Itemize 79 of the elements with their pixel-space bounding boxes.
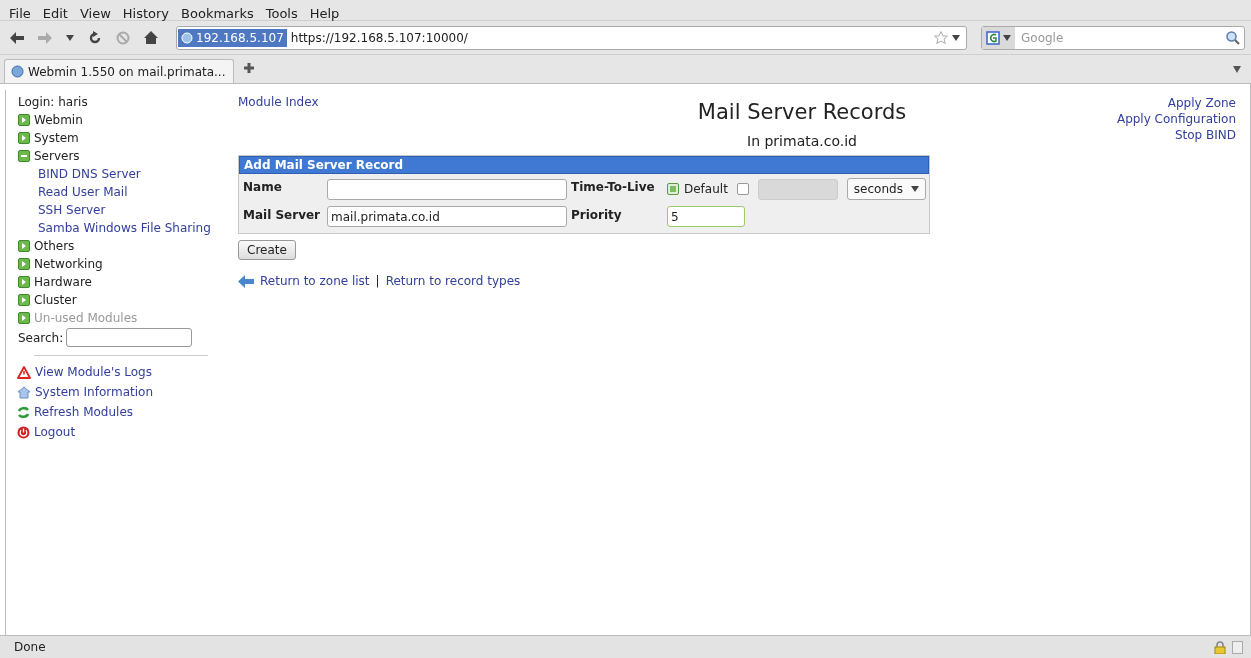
field-label: Time-To-Live	[570, 179, 656, 194]
menu-item[interactable]: View	[74, 6, 116, 17]
category-label[interactable]: System	[34, 129, 79, 147]
field-label: Mail Server	[243, 207, 322, 222]
menu-item[interactable]: File	[4, 6, 36, 17]
category-label[interactable]: Servers	[34, 147, 80, 165]
field-label: Name	[243, 179, 283, 194]
search-bar[interactable]: Google	[981, 25, 1245, 50]
address-field[interactable]: 192.168.5.107 https://192.168.5.107:10000/	[176, 25, 967, 50]
action-link[interactable]: Apply Configuration	[1116, 111, 1236, 127]
search-engine-icon[interactable]	[986, 30, 1000, 45]
caret-icon[interactable]	[952, 34, 960, 41]
expand-icon[interactable]	[18, 114, 30, 126]
search-label: Search:	[18, 329, 64, 347]
return-link[interactable]: Return to zone list	[260, 274, 370, 288]
sidebar-link[interactable]: Refresh Modules	[34, 403, 134, 421]
expand-icon[interactable]	[18, 276, 30, 288]
return-link[interactable]: Return to record types	[385, 274, 521, 288]
sidebar-link[interactable]: Logout	[34, 423, 76, 441]
module-index-link[interactable]: Module Index	[238, 95, 319, 109]
category-label[interactable]: Webmin	[34, 111, 83, 129]
module-link[interactable]: BIND DNS Server	[38, 165, 218, 183]
refresh-icon	[17, 405, 30, 419]
menu-item[interactable]: Tools	[260, 6, 303, 17]
caret-icon[interactable]	[1233, 66, 1241, 73]
search-field[interactable]	[66, 328, 193, 347]
search-field[interactable]: Google	[1019, 29, 1226, 46]
default-label: Default	[684, 182, 728, 196]
create-button[interactable]: Create	[238, 240, 296, 260]
home-icon[interactable]	[144, 31, 158, 44]
house-icon	[17, 385, 31, 399]
webmin-icon	[11, 65, 24, 78]
back-arrow-icon[interactable]	[238, 274, 254, 288]
page-title: Mail Server Records	[697, 100, 907, 124]
ttl-field[interactable]	[757, 178, 838, 200]
module-link[interactable]: SSH Server	[38, 201, 218, 219]
expand-icon[interactable]	[18, 132, 30, 144]
power-icon	[17, 425, 30, 439]
category-label[interactable]: Networking	[34, 255, 103, 273]
login-label: Login: haris	[18, 94, 89, 111]
padlock-icon[interactable]	[1214, 640, 1226, 654]
globe-icon	[181, 31, 193, 44]
menu-item[interactable]: Edit	[37, 6, 73, 17]
unit-dropdown[interactable]: seconds	[846, 178, 926, 200]
sidebar-link[interactable]: View Module's Logs	[35, 363, 152, 381]
reload-icon[interactable]	[88, 30, 102, 45]
form-header: Add Mail Server Record	[239, 156, 929, 174]
sidebar-link[interactable]: System Information	[35, 383, 154, 401]
warning-icon	[17, 365, 31, 379]
browser-tab[interactable]: Webmin 1.550 on mail.primata...	[4, 59, 234, 83]
star-icon[interactable]	[934, 31, 948, 44]
category-label[interactable]: Hardware	[34, 273, 92, 291]
caret-icon	[910, 186, 919, 192]
expand-icon[interactable]	[18, 258, 30, 270]
module-link[interactable]: Read User Mail	[38, 183, 218, 201]
status-text: Done	[14, 640, 46, 654]
caret-icon[interactable]	[1003, 34, 1011, 41]
module-link[interactable]: Samba Windows File Sharing	[38, 219, 218, 237]
action-link[interactable]: Apply Zone	[1116, 95, 1236, 111]
field-label: Priority	[570, 207, 623, 222]
separator: |	[375, 274, 380, 288]
new-tab-icon[interactable]	[244, 63, 254, 73]
expand-icon[interactable]	[18, 294, 30, 306]
action-link[interactable]: Stop BIND	[1116, 127, 1236, 143]
category-label[interactable]: Cluster	[34, 291, 77, 309]
expand-icon[interactable]	[18, 240, 30, 252]
page-subtitle: In primata.co.id	[747, 133, 857, 149]
name-field[interactable]	[327, 178, 567, 200]
search-icon[interactable]	[1226, 30, 1240, 45]
default-checkbox[interactable]	[667, 183, 679, 195]
mail-server-field[interactable]: mail.primata.co.id	[327, 206, 567, 227]
site-identity-button[interactable]: 192.168.5.107	[178, 28, 287, 47]
caret-icon[interactable]	[66, 34, 74, 41]
back-arrow-icon[interactable]	[10, 31, 24, 44]
custom-ttl-checkbox[interactable]	[736, 183, 749, 195]
priority-field[interactable]: 5	[667, 206, 745, 227]
category-label[interactable]: Others	[34, 237, 75, 255]
menu-item[interactable]: Bookmarks	[176, 6, 259, 17]
collapse-icon[interactable]	[18, 150, 30, 162]
